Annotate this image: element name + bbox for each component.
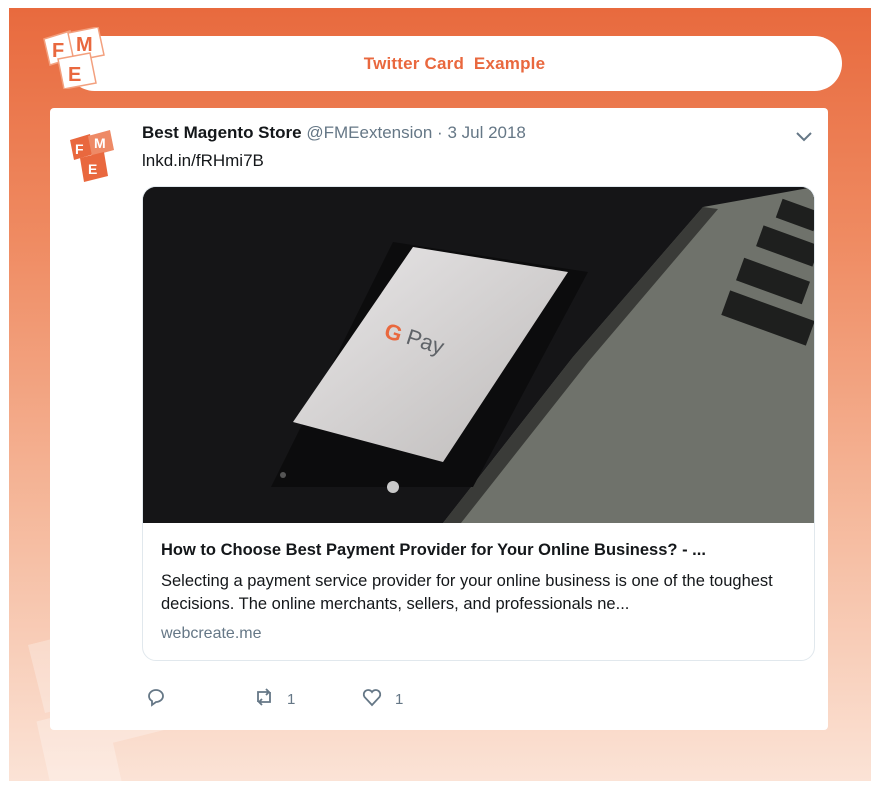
avatar-letter-m: M (94, 135, 106, 151)
logo-letter-e: E (68, 64, 81, 86)
link-title[interactable]: How to Choose Best Payment Provider for … (161, 541, 801, 560)
separator: · (437, 123, 443, 142)
avatar[interactable]: F M E (66, 126, 122, 182)
tweet-card: F M E Best Magento Store @FMEextension ·… (50, 108, 828, 730)
tweet-date[interactable]: 3 Jul 2018 (447, 123, 525, 142)
like-button[interactable]: 1 (361, 686, 403, 712)
reply-icon (145, 686, 167, 712)
link-preview-card[interactable]: G Pay How to Choose Best Payment Provide… (142, 186, 815, 661)
logo-letter-m: M (76, 34, 93, 56)
reply-button[interactable] (145, 686, 179, 712)
logo-letter-f: F (52, 40, 64, 62)
retweet-button[interactable]: 1 (253, 686, 295, 712)
fme-logo: F M E (40, 26, 112, 90)
retweet-icon (253, 686, 275, 712)
author-handle[interactable]: @FMEextension (306, 123, 432, 142)
tweet-text[interactable]: lnkd.in/fRHmi7B (142, 151, 264, 171)
retweet-count: 1 (287, 690, 296, 708)
author-name[interactable]: Best Magento Store (142, 123, 302, 142)
page-title: Twitter Card Example (363, 53, 546, 73)
tweet-header: Best Magento Store @FMEextension · 3 Jul… (142, 123, 526, 143)
avatar-letter-e: E (88, 161, 97, 177)
heart-icon (361, 686, 383, 712)
header-bar: Twitter Card Example (67, 36, 842, 91)
link-description: Selecting a payment service provider for… (161, 572, 773, 613)
like-count: 1 (395, 690, 404, 708)
avatar-letter-f: F (75, 141, 84, 157)
preview-image: G Pay (143, 187, 814, 523)
link-domain[interactable]: webcreate.me (161, 625, 262, 643)
tweet-actions: 1 1 (145, 686, 545, 716)
chevron-down-icon[interactable] (794, 128, 814, 144)
